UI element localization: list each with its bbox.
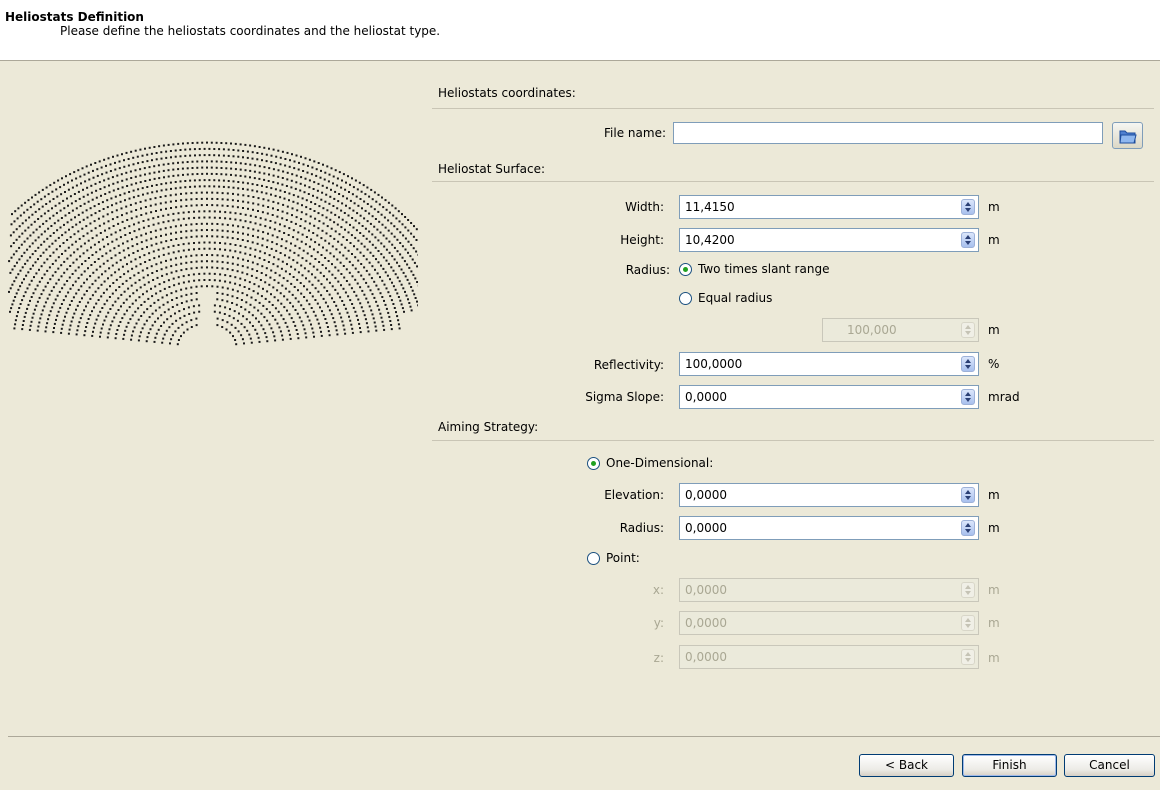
divider [432,440,1154,441]
sigma-slope-unit: mrad [988,390,1020,404]
point-z-label: z: [653,651,664,665]
spin-arrows-icon[interactable] [961,389,975,405]
section-coordinates: Heliostats coordinates: [438,86,576,100]
sigma-slope-spinbox[interactable]: 0,0000 [679,385,979,409]
point-x-label: x: [652,583,664,597]
point-y-unit: m [988,616,1000,630]
radio-selected-icon [587,456,600,470]
reflectivity-unit: % [988,357,1000,371]
page-subtitle: Please define the heliostats coordinates… [60,24,441,38]
equal-radius-spinbox: 100,000 [822,318,979,342]
open-folder-icon [1118,130,1137,143]
elevation-value: 0,0000 [685,488,727,502]
cancel-button[interactable]: Cancel [1064,754,1155,777]
radio-two-times-slant-range[interactable]: Two times slant range [679,262,829,276]
divider [432,108,1154,109]
radio-unselected-icon [679,291,692,305]
divider [432,181,1154,182]
radio-one-dimensional[interactable]: One-Dimensional: [587,456,713,470]
sigma-slope-label: Sigma Slope: [585,390,664,404]
browse-file-button[interactable] [1112,122,1143,149]
radio-selected-icon [679,262,692,276]
page-title: Heliostats Definition [5,10,144,24]
elevation-spinbox[interactable]: 0,0000 [679,483,979,507]
height-label: Height: [620,233,664,247]
point-y-spinbox: 0,0000 [679,611,979,635]
width-spinbox[interactable]: 11,4150 [679,195,979,219]
point-x-spinbox: 0,0000 [679,578,979,602]
spin-arrows-icon[interactable] [961,199,975,215]
point-x-unit: m [988,583,1000,597]
reflectivity-value: 100,0000 [685,357,743,371]
point-x-value: 0,0000 [685,583,727,597]
width-label: Width: [625,200,664,214]
radio-equal-radius[interactable]: Equal radius [679,291,772,305]
aim-radius-unit: m [988,521,1000,535]
sigma-slope-value: 0,0000 [685,390,727,404]
spin-arrows-icon [961,615,975,631]
aim-radius-label: Radius: [619,521,664,535]
section-surface: Heliostat Surface: [438,162,546,176]
radio-unselected-icon [587,551,600,565]
point-z-value: 0,0000 [685,650,727,664]
spin-arrows-icon[interactable] [961,520,975,536]
elevation-unit: m [988,488,1000,502]
height-unit: m [988,233,1000,247]
elevation-label: Elevation: [604,488,664,502]
file-name-label: File name: [604,126,666,140]
spin-arrows-icon[interactable] [961,487,975,503]
spin-arrows-icon [961,649,975,665]
radio-point[interactable]: Point: [587,551,640,565]
finish-button[interactable]: Finish [962,754,1057,777]
radio-label: One-Dimensional: [606,456,714,470]
point-z-spinbox: 0,0000 [679,645,979,669]
wizard-header: Heliostats Definition Please define the … [0,0,1160,61]
height-value: 10,4200 [685,233,735,247]
width-value: 11,4150 [685,200,735,214]
aim-radius-spinbox[interactable]: 0,0000 [679,516,979,540]
equal-radius-unit: m [988,323,1000,337]
spin-arrows-icon[interactable] [961,356,975,372]
width-unit: m [988,200,1000,214]
point-y-value: 0,0000 [685,616,727,630]
point-y-label: y: [653,616,664,630]
reflectivity-label: Reflectivity: [593,358,664,372]
file-name-input[interactable] [673,122,1103,144]
height-spinbox[interactable]: 10,4200 [679,228,979,252]
equal-radius-value: 100,000 [847,323,897,337]
radio-label: Two times slant range [698,262,830,276]
reflectivity-spinbox[interactable]: 100,0000 [679,352,979,376]
aim-radius-value: 0,0000 [685,521,727,535]
spin-arrows-icon [961,582,975,598]
spin-arrows-icon[interactable] [961,232,975,248]
back-button[interactable]: < Back [859,754,954,777]
radio-label: Equal radius [698,291,773,305]
footer-divider [8,736,1160,737]
point-z-unit: m [988,651,1000,665]
section-aiming: Aiming Strategy: [438,420,539,434]
radius-label: Radius: [625,263,670,277]
heliostat-field-preview [8,141,418,346]
spin-arrows-icon [961,322,975,338]
radio-label: Point: [606,551,640,565]
